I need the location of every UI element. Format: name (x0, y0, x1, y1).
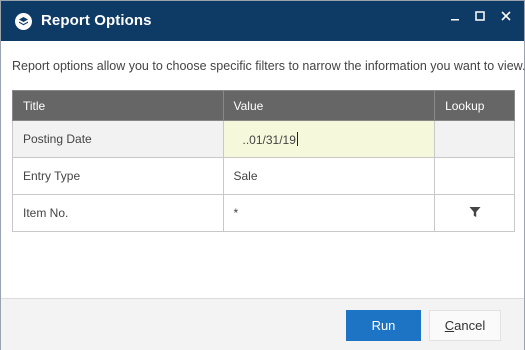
row-title: Posting Date (12, 120, 224, 158)
description-text: Report options allow you to choose speci… (12, 59, 525, 73)
dialog-footer: Run Cancel (1, 298, 524, 350)
dialog-title: Report Options (41, 12, 152, 29)
column-header-value[interactable]: Value (222, 90, 436, 121)
table-row-item-no[interactable]: Item No. * (12, 194, 515, 232)
cancel-mnemonic: C (444, 318, 455, 333)
lookup-cell[interactable] (434, 157, 515, 195)
report-options-dialog: Report Options Report options allow you … (0, 0, 525, 350)
lookup-cell[interactable] (434, 194, 515, 232)
posting-date-value-input[interactable]: ..01/31/19 (222, 120, 436, 158)
value-text: ..01/31/19 (242, 132, 296, 147)
row-title: Entry Type (12, 157, 224, 195)
cancel-button[interactable]: Cancel (429, 310, 501, 341)
minimize-icon (451, 19, 459, 21)
maximize-button[interactable] (468, 7, 492, 25)
maximize-icon (475, 11, 485, 21)
dynamics-logo-icon (15, 13, 32, 30)
minimize-button[interactable] (443, 7, 467, 25)
close-icon (501, 11, 511, 21)
table-row-posting-date[interactable]: Posting Date ..01/31/19 (12, 120, 515, 158)
column-header-lookup[interactable]: Lookup (434, 90, 515, 121)
table-row-entry-type[interactable]: Entry Type Sale (12, 157, 515, 195)
grid-header-row: Title Value Lookup (12, 90, 515, 121)
column-header-title[interactable]: Title (12, 90, 224, 121)
entry-type-value-input[interactable]: Sale (222, 157, 436, 195)
row-title: Item No. (12, 194, 224, 232)
lookup-cell[interactable] (434, 120, 515, 158)
title-bar[interactable]: Report Options (1, 1, 524, 41)
close-button[interactable] (494, 7, 518, 25)
options-grid: Title Value Lookup Posting Date ..01/31/… (12, 90, 515, 232)
text-caret (296, 131, 298, 146)
cancel-label-rest: ancel (454, 318, 486, 333)
run-button[interactable]: Run (346, 310, 421, 341)
filter-icon[interactable] (469, 206, 481, 218)
item-no-value-input[interactable]: * (222, 194, 436, 232)
